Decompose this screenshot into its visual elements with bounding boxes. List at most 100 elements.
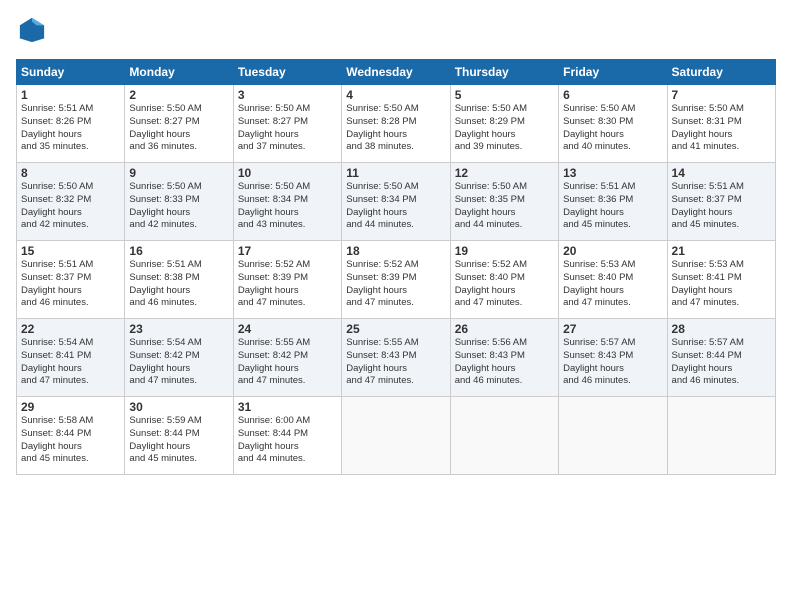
day-number: 23 <box>129 322 228 336</box>
day-info: Sunrise: 5:57 AMSunset: 8:44 PMDaylight … <box>672 337 744 386</box>
day-number: 1 <box>21 88 120 102</box>
calendar-cell: 18Sunrise: 5:52 AMSunset: 8:39 PMDayligh… <box>342 241 450 319</box>
day-number: 19 <box>455 244 554 258</box>
calendar-body: 1Sunrise: 5:51 AMSunset: 8:26 PMDaylight… <box>17 85 776 475</box>
day-number: 17 <box>238 244 337 258</box>
day-info: Sunrise: 5:52 AMSunset: 8:39 PMDaylight … <box>238 259 310 308</box>
weekday-header-tuesday: Tuesday <box>233 60 341 85</box>
calendar-header-row: SundayMondayTuesdayWednesdayThursdayFrid… <box>17 60 776 85</box>
day-info: Sunrise: 5:51 AMSunset: 8:36 PMDaylight … <box>563 181 635 230</box>
calendar-cell: 8Sunrise: 5:50 AMSunset: 8:32 PMDaylight… <box>17 163 125 241</box>
calendar-cell: 25Sunrise: 5:55 AMSunset: 8:43 PMDayligh… <box>342 319 450 397</box>
day-number: 22 <box>21 322 120 336</box>
day-info: Sunrise: 5:52 AMSunset: 8:40 PMDaylight … <box>455 259 527 308</box>
calendar-table: SundayMondayTuesdayWednesdayThursdayFrid… <box>16 59 776 475</box>
calendar-week-4: 22Sunrise: 5:54 AMSunset: 8:41 PMDayligh… <box>17 319 776 397</box>
logo <box>16 16 50 49</box>
day-info: Sunrise: 5:59 AMSunset: 8:44 PMDaylight … <box>129 415 201 464</box>
day-number: 26 <box>455 322 554 336</box>
calendar-week-1: 1Sunrise: 5:51 AMSunset: 8:26 PMDaylight… <box>17 85 776 163</box>
day-info: Sunrise: 5:50 AMSunset: 8:32 PMDaylight … <box>21 181 93 230</box>
day-number: 15 <box>21 244 120 258</box>
page-header <box>16 16 776 49</box>
day-number: 3 <box>238 88 337 102</box>
calendar-cell: 26Sunrise: 5:56 AMSunset: 8:43 PMDayligh… <box>450 319 558 397</box>
day-info: Sunrise: 5:50 AMSunset: 8:35 PMDaylight … <box>455 181 527 230</box>
calendar-cell: 9Sunrise: 5:50 AMSunset: 8:33 PMDaylight… <box>125 163 233 241</box>
day-info: Sunrise: 5:51 AMSunset: 8:38 PMDaylight … <box>129 259 201 308</box>
calendar-cell: 22Sunrise: 5:54 AMSunset: 8:41 PMDayligh… <box>17 319 125 397</box>
day-info: Sunrise: 5:51 AMSunset: 8:37 PMDaylight … <box>672 181 744 230</box>
day-info: Sunrise: 5:57 AMSunset: 8:43 PMDaylight … <box>563 337 635 386</box>
day-number: 25 <box>346 322 445 336</box>
weekday-header-sunday: Sunday <box>17 60 125 85</box>
calendar-cell: 16Sunrise: 5:51 AMSunset: 8:38 PMDayligh… <box>125 241 233 319</box>
day-info: Sunrise: 5:53 AMSunset: 8:40 PMDaylight … <box>563 259 635 308</box>
weekday-header-monday: Monday <box>125 60 233 85</box>
calendar-cell: 17Sunrise: 5:52 AMSunset: 8:39 PMDayligh… <box>233 241 341 319</box>
calendar-cell: 20Sunrise: 5:53 AMSunset: 8:40 PMDayligh… <box>559 241 667 319</box>
calendar-week-5: 29Sunrise: 5:58 AMSunset: 8:44 PMDayligh… <box>17 397 776 475</box>
day-info: Sunrise: 5:52 AMSunset: 8:39 PMDaylight … <box>346 259 418 308</box>
calendar-cell <box>559 397 667 475</box>
day-number: 24 <box>238 322 337 336</box>
day-info: Sunrise: 6:00 AMSunset: 8:44 PMDaylight … <box>238 415 310 464</box>
day-info: Sunrise: 5:51 AMSunset: 8:26 PMDaylight … <box>21 103 93 152</box>
calendar-cell <box>342 397 450 475</box>
day-number: 7 <box>672 88 771 102</box>
day-info: Sunrise: 5:50 AMSunset: 8:34 PMDaylight … <box>238 181 310 230</box>
calendar-page: SundayMondayTuesdayWednesdayThursdayFrid… <box>0 0 792 612</box>
calendar-cell: 21Sunrise: 5:53 AMSunset: 8:41 PMDayligh… <box>667 241 775 319</box>
calendar-cell: 12Sunrise: 5:50 AMSunset: 8:35 PMDayligh… <box>450 163 558 241</box>
calendar-cell: 14Sunrise: 5:51 AMSunset: 8:37 PMDayligh… <box>667 163 775 241</box>
calendar-cell: 27Sunrise: 5:57 AMSunset: 8:43 PMDayligh… <box>559 319 667 397</box>
calendar-cell: 19Sunrise: 5:52 AMSunset: 8:40 PMDayligh… <box>450 241 558 319</box>
day-number: 11 <box>346 166 445 180</box>
day-info: Sunrise: 5:54 AMSunset: 8:41 PMDaylight … <box>21 337 93 386</box>
weekday-header-wednesday: Wednesday <box>342 60 450 85</box>
calendar-cell: 11Sunrise: 5:50 AMSunset: 8:34 PMDayligh… <box>342 163 450 241</box>
weekday-header-saturday: Saturday <box>667 60 775 85</box>
calendar-cell: 31Sunrise: 6:00 AMSunset: 8:44 PMDayligh… <box>233 397 341 475</box>
day-info: Sunrise: 5:50 AMSunset: 8:27 PMDaylight … <box>238 103 310 152</box>
weekday-header-friday: Friday <box>559 60 667 85</box>
calendar-cell: 15Sunrise: 5:51 AMSunset: 8:37 PMDayligh… <box>17 241 125 319</box>
day-number: 28 <box>672 322 771 336</box>
day-info: Sunrise: 5:50 AMSunset: 8:27 PMDaylight … <box>129 103 201 152</box>
day-number: 8 <box>21 166 120 180</box>
calendar-week-2: 8Sunrise: 5:50 AMSunset: 8:32 PMDaylight… <box>17 163 776 241</box>
day-info: Sunrise: 5:51 AMSunset: 8:37 PMDaylight … <box>21 259 93 308</box>
day-info: Sunrise: 5:54 AMSunset: 8:42 PMDaylight … <box>129 337 201 386</box>
calendar-cell <box>667 397 775 475</box>
day-info: Sunrise: 5:53 AMSunset: 8:41 PMDaylight … <box>672 259 744 308</box>
day-number: 21 <box>672 244 771 258</box>
day-number: 16 <box>129 244 228 258</box>
calendar-cell <box>450 397 558 475</box>
calendar-cell: 7Sunrise: 5:50 AMSunset: 8:31 PMDaylight… <box>667 85 775 163</box>
calendar-cell: 4Sunrise: 5:50 AMSunset: 8:28 PMDaylight… <box>342 85 450 163</box>
day-number: 31 <box>238 400 337 414</box>
day-number: 5 <box>455 88 554 102</box>
day-info: Sunrise: 5:50 AMSunset: 8:29 PMDaylight … <box>455 103 527 152</box>
calendar-cell: 10Sunrise: 5:50 AMSunset: 8:34 PMDayligh… <box>233 163 341 241</box>
day-info: Sunrise: 5:56 AMSunset: 8:43 PMDaylight … <box>455 337 527 386</box>
day-info: Sunrise: 5:58 AMSunset: 8:44 PMDaylight … <box>21 415 93 464</box>
weekday-header-thursday: Thursday <box>450 60 558 85</box>
day-number: 9 <box>129 166 228 180</box>
calendar-cell: 24Sunrise: 5:55 AMSunset: 8:42 PMDayligh… <box>233 319 341 397</box>
calendar-cell: 13Sunrise: 5:51 AMSunset: 8:36 PMDayligh… <box>559 163 667 241</box>
day-number: 30 <box>129 400 228 414</box>
day-number: 6 <box>563 88 662 102</box>
day-info: Sunrise: 5:50 AMSunset: 8:30 PMDaylight … <box>563 103 635 152</box>
calendar-cell: 29Sunrise: 5:58 AMSunset: 8:44 PMDayligh… <box>17 397 125 475</box>
day-info: Sunrise: 5:55 AMSunset: 8:43 PMDaylight … <box>346 337 418 386</box>
calendar-cell: 6Sunrise: 5:50 AMSunset: 8:30 PMDaylight… <box>559 85 667 163</box>
day-info: Sunrise: 5:50 AMSunset: 8:34 PMDaylight … <box>346 181 418 230</box>
calendar-cell: 23Sunrise: 5:54 AMSunset: 8:42 PMDayligh… <box>125 319 233 397</box>
day-info: Sunrise: 5:55 AMSunset: 8:42 PMDaylight … <box>238 337 310 386</box>
day-number: 14 <box>672 166 771 180</box>
calendar-cell: 5Sunrise: 5:50 AMSunset: 8:29 PMDaylight… <box>450 85 558 163</box>
day-info: Sunrise: 5:50 AMSunset: 8:28 PMDaylight … <box>346 103 418 152</box>
day-number: 18 <box>346 244 445 258</box>
calendar-cell: 30Sunrise: 5:59 AMSunset: 8:44 PMDayligh… <box>125 397 233 475</box>
